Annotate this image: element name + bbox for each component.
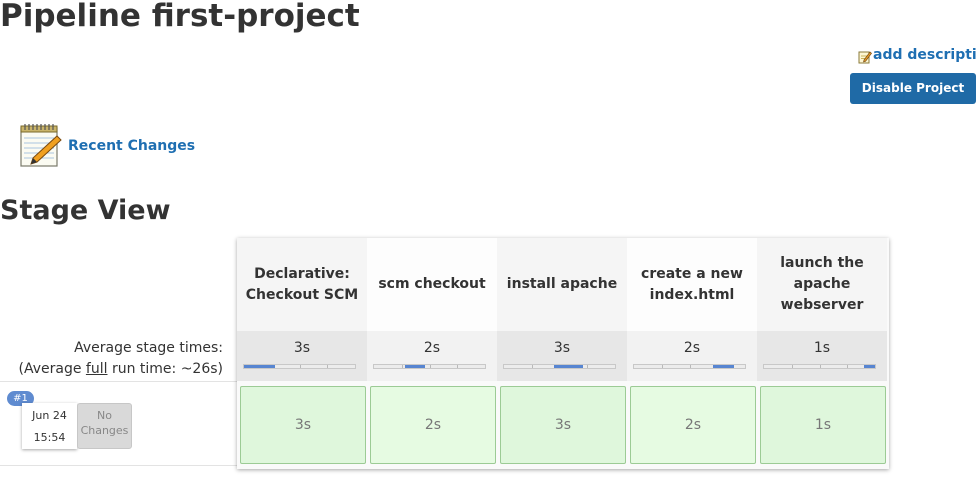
run-row-bottom-divider — [0, 465, 237, 466]
build-date: Jun 24 — [32, 409, 67, 422]
bar-tick — [847, 365, 849, 368]
stage-average-3: 2s — [627, 331, 757, 381]
disable-project-button[interactable]: Disable Project — [850, 73, 976, 104]
stage-duration-bar — [243, 364, 356, 369]
bar-tick — [429, 365, 431, 368]
stage-duration-bar — [763, 364, 876, 369]
no-changes-box: No Changes — [77, 403, 132, 449]
bar-tick — [819, 365, 821, 368]
stage-average-time: 2s — [423, 340, 441, 356]
stage-duration-fill — [244, 365, 276, 368]
runtime-prefix: (Average — [18, 361, 86, 377]
stage-duration-fill — [863, 365, 875, 368]
recent-changes[interactable]: Recent Changes — [17, 122, 195, 168]
average-stage-times-label: Average stage times: — [74, 340, 223, 356]
stage-duration-fill — [553, 365, 583, 368]
stage-duration-fill — [712, 365, 734, 368]
bar-tick — [299, 365, 301, 368]
stage-result-cell[interactable]: 3s — [240, 386, 366, 464]
build-date-box[interactable]: Jun 24 15:54 — [22, 403, 77, 449]
stage-result-cell[interactable]: 3s — [500, 386, 626, 464]
bar-tick — [689, 365, 691, 368]
run-row-top-divider — [0, 381, 237, 382]
stage-average-0: 3s — [237, 331, 367, 381]
stage-view-title: Stage View — [0, 195, 171, 226]
stage-duration-bar — [633, 364, 746, 369]
stage-duration-fill — [405, 365, 426, 368]
stage-header-install-apache: install apache — [497, 238, 627, 331]
stage-result-cell[interactable]: 2s — [630, 386, 756, 464]
average-full-runtime-label: (Average full run time: ~26s) — [19, 361, 224, 377]
stage-header-launch-webserver: launch the apache webserver — [757, 238, 887, 331]
bar-tick — [457, 365, 459, 368]
stage-result-cell[interactable]: 2s — [370, 386, 496, 464]
stage-average-time: 2s — [683, 340, 701, 356]
stage-duration-bar — [373, 364, 486, 369]
stage-duration-bar — [503, 364, 616, 369]
add-description-link[interactable]: add description — [858, 47, 977, 64]
stage-header-scm-checkout: scm checkout — [367, 238, 497, 331]
stage-average-1: 2s — [367, 331, 497, 381]
stage-average-time: 1s — [813, 340, 831, 356]
stage-average-4: 1s — [757, 331, 887, 381]
stage-average-2: 3s — [497, 331, 627, 381]
bar-tick — [661, 365, 663, 368]
recent-changes-link[interactable]: Recent Changes — [68, 138, 195, 154]
stage-average-time: 3s — [293, 340, 311, 356]
add-description-label: add description — [873, 47, 977, 63]
runtime-suffix: run time: ~26s) — [107, 361, 223, 377]
stage-result-cell[interactable]: 1s — [760, 386, 886, 464]
page-title: Pipeline first-project — [0, 0, 360, 34]
bar-tick — [587, 365, 589, 368]
stage-header-declarative-checkout: Declarative: Checkout SCM — [237, 238, 367, 331]
bar-tick — [401, 365, 403, 368]
bar-tick — [327, 365, 329, 368]
bar-tick — [791, 365, 793, 368]
notepad-icon — [20, 124, 62, 167]
bar-tick — [531, 365, 533, 368]
stage-view-grid: Declarative: Checkout SCM scm checkout i… — [237, 238, 889, 469]
edit-icon — [858, 51, 872, 64]
stage-header-create-index: create a new index.html — [627, 238, 757, 331]
stage-average-time: 3s — [553, 340, 571, 356]
build-time: 15:54 — [33, 431, 66, 444]
full-word: full — [85, 361, 108, 377]
